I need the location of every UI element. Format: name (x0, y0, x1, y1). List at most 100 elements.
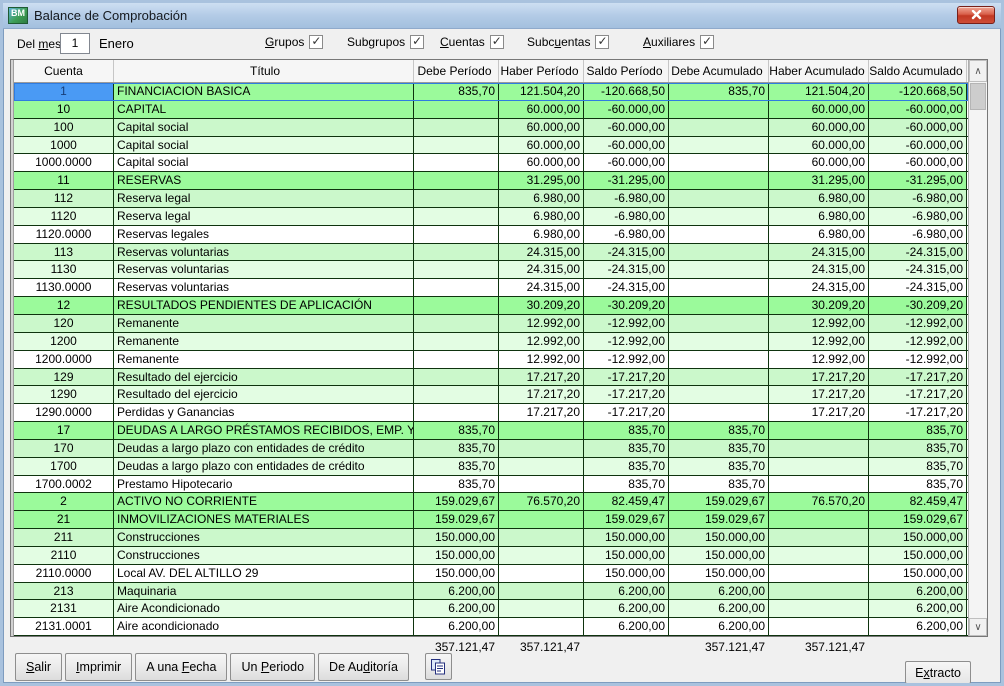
scrollbar-thumb[interactable] (970, 83, 986, 110)
checkbox-subcuentas[interactable]: Subcuentas✓ (527, 35, 609, 49)
cell-value (414, 315, 499, 332)
de-auditoria-button[interactable]: De Auditoría (318, 653, 409, 681)
cell-value: 6.980,00 (499, 208, 584, 225)
cell-value (499, 583, 584, 600)
cell-value: -24.315,00 (869, 279, 967, 296)
table-row[interactable]: 11RESERVAS31.295,00-31.295,0031.295,00-3… (14, 172, 968, 190)
checkbox-subgrupos[interactable]: Subgrupos ✓ (347, 35, 424, 49)
cell-cuenta: 2131.0001 (14, 618, 114, 635)
checkbox-box[interactable]: ✓ (595, 35, 609, 49)
table-row[interactable]: 12RESULTADOS PENDIENTES DE APLICACIÓN30.… (14, 297, 968, 315)
cell-value (414, 369, 499, 386)
cell-value: 24.315,00 (769, 279, 869, 296)
cell-value: 60.000,00 (499, 137, 584, 154)
checkbox-auxiliares[interactable]: Auxiliares ✓ (643, 35, 714, 49)
cell-value: 17.217,20 (769, 386, 869, 403)
cell-value: 121.504,20 (769, 83, 869, 100)
table-row[interactable]: 112Reserva legal6.980,00-6.980,006.980,0… (14, 190, 968, 208)
cell-value (769, 511, 869, 528)
checkbox-box[interactable]: ✓ (700, 35, 714, 49)
table-row[interactable]: 1FINANCIACION BASICA835,70121.504,20-120… (14, 83, 968, 101)
cell-cuenta: 17 (14, 422, 114, 439)
month-number-input[interactable]: 1 (60, 33, 90, 54)
table-row[interactable]: 2110Construcciones150.000,00150.000,0015… (14, 547, 968, 565)
cell-value: 60.000,00 (769, 101, 869, 118)
vertical-scrollbar[interactable]: ∧ ∨ (968, 60, 987, 636)
copy-button[interactable] (425, 653, 452, 680)
scroll-up-button[interactable]: ∧ (969, 60, 987, 82)
cell-value (669, 369, 769, 386)
cell-value: 6.980,00 (769, 208, 869, 225)
table-row[interactable]: 1700Deudas a largo plazo con entidades d… (14, 458, 968, 476)
window-title: Balance de Comprobación (34, 8, 187, 23)
checkbox-box[interactable]: ✓ (490, 35, 504, 49)
checkbox-cuentas[interactable]: Cuentas✓ (440, 35, 504, 49)
table-row[interactable]: 2131.0001Aire acondicionado6.200,006.200… (14, 618, 968, 636)
table-row[interactable]: 1290Resultado del ejercicio17.217,20-17.… (14, 386, 968, 404)
table-row[interactable]: 1120.0000Reservas legales6.980,00-6.980,… (14, 226, 968, 244)
table-row[interactable]: 1200.0000Remanente12.992,00-12.992,0012.… (14, 351, 968, 369)
cell-value: 835,70 (869, 440, 967, 457)
cell-value: 159.029,67 (414, 511, 499, 528)
check-icon: ✓ (492, 34, 502, 48)
table-row[interactable]: 120Remanente12.992,00-12.992,0012.992,00… (14, 315, 968, 333)
total-haber-acumulado: 357.121,47 (769, 640, 869, 655)
checkbox-grupos[interactable]: Grupos✓ (265, 35, 323, 49)
cell-value: 150.000,00 (869, 565, 967, 582)
table-row[interactable]: 211Construcciones150.000,00150.000,00150… (14, 529, 968, 547)
cell-titulo: Reserva legal (114, 190, 414, 207)
table-row[interactable]: 113Reservas voluntarias24.315,00-24.315,… (14, 244, 968, 262)
table-row[interactable]: 1000.0000Capital social60.000,00-60.000,… (14, 154, 968, 172)
salir-button[interactable]: Salir (15, 653, 62, 681)
close-button[interactable] (957, 6, 995, 24)
a-una-fecha-button[interactable]: A una Fecha (135, 653, 227, 681)
table-row[interactable]: 129Resultado del ejercicio17.217,20-17.2… (14, 369, 968, 387)
extracto-button[interactable]: Extracto (905, 661, 971, 684)
table-row[interactable]: 21INMOVILIZACIONES MATERIALES159.029,671… (14, 511, 968, 529)
table-row[interactable]: 1130.0000Reservas voluntarias24.315,00-2… (14, 279, 968, 297)
cell-value: 24.315,00 (499, 279, 584, 296)
imprimir-button[interactable]: Imprimir (65, 653, 132, 681)
cell-value: 150.000,00 (869, 529, 967, 546)
table-row[interactable]: 2ACTIVO NO CORRIENTE159.029,6776.570,208… (14, 493, 968, 511)
cell-value: -12.992,00 (869, 333, 967, 350)
cell-titulo: Reservas legales (114, 226, 414, 243)
checkbox-label: Subgrupos (347, 35, 405, 49)
cell-value (414, 172, 499, 189)
table-row[interactable]: 1700.0002Prestamo Hipotecario835,70835,7… (14, 476, 968, 494)
checkbox-box[interactable]: ✓ (309, 35, 323, 49)
table-row[interactable]: 10CAPITAL60.000,00-60.000,0060.000,00-60… (14, 101, 968, 119)
checkbox-box[interactable]: ✓ (410, 35, 424, 49)
table-row[interactable]: 100Capital social60.000,00-60.000,0060.0… (14, 119, 968, 137)
cell-value (669, 172, 769, 189)
table-row[interactable]: 213Maquinaria6.200,006.200,006.200,006.2… (14, 583, 968, 601)
un-periodo-button[interactable]: Un Periodo (230, 653, 315, 681)
cell-value: 159.029,67 (869, 511, 967, 528)
table-row[interactable]: 1200Remanente12.992,00-12.992,0012.992,0… (14, 333, 968, 351)
cell-value: -24.315,00 (584, 244, 669, 261)
cell-titulo: Aire Acondicionado (114, 600, 414, 617)
cell-value: 6.200,00 (669, 600, 769, 617)
cell-cuenta: 1200 (14, 333, 114, 350)
table-row[interactable]: 1120Reserva legal6.980,00-6.980,006.980,… (14, 208, 968, 226)
scroll-down-button[interactable]: ∨ (969, 618, 987, 636)
table-row[interactable]: 1000Capital social60.000,00-60.000,0060.… (14, 137, 968, 155)
del-mes-label: Del mes (17, 37, 61, 51)
cell-value (669, 404, 769, 421)
filter-controls: Del mes 1 Enero Grupos✓Subgrupos✓Cuentas… (3, 29, 1001, 59)
checkbox-label: Auxiliares (643, 35, 695, 49)
table-row[interactable]: 2110.0000Local AV. DEL ALTILLO 29150.000… (14, 565, 968, 583)
cell-value: 150.000,00 (669, 565, 769, 582)
cell-cuenta: 1700.0002 (14, 476, 114, 493)
cell-value (669, 333, 769, 350)
table-row[interactable]: 1290.0000Perdidas y Ganancias17.217,20-1… (14, 404, 968, 422)
title-bar[interactable]: BM Balance de Comprobación (3, 3, 1001, 29)
table-row[interactable]: 1130Reservas voluntarias24.315,00-24.315… (14, 261, 968, 279)
table-row[interactable]: 170Deudas a largo plazo con entidades de… (14, 440, 968, 458)
table-row[interactable]: 17DEUDAS A LARGO PRÉSTAMOS RECIBIDOS, EM… (14, 422, 968, 440)
table-row[interactable]: 2131Aire Acondicionado6.200,006.200,006.… (14, 600, 968, 618)
cell-cuenta: 1120.0000 (14, 226, 114, 243)
cell-value (414, 279, 499, 296)
column-header-col6: Haber Acumulado (769, 60, 869, 82)
cell-value: -60.000,00 (869, 154, 967, 171)
